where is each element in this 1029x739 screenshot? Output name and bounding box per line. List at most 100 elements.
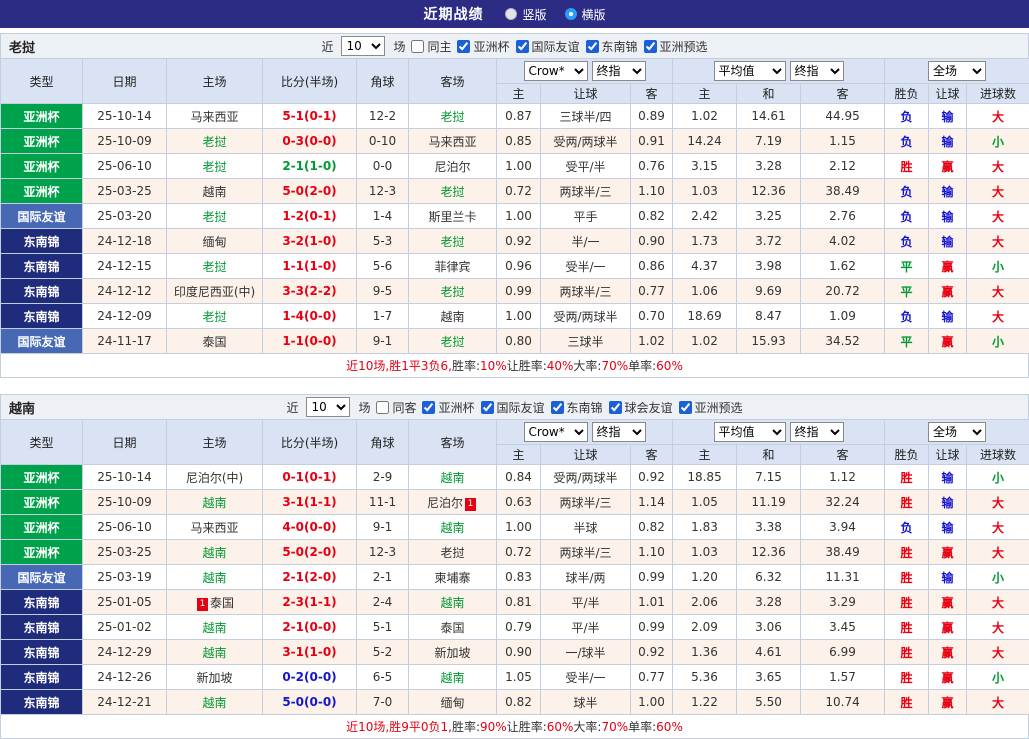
- competition-filter-checkbox[interactable]: [516, 40, 529, 53]
- team-label: 老挝: [202, 135, 226, 149]
- handicap-line: 三球半: [541, 329, 631, 354]
- result-handicap: 输: [929, 490, 967, 515]
- result-handicap: 输: [929, 204, 967, 229]
- avg-odds-away: 1.09: [801, 304, 885, 329]
- avg-odds-home: 18.85: [673, 465, 737, 490]
- competition-filter-label: 东南锦: [602, 38, 638, 55]
- match-row: 亚洲杯25-03-25越南5-0(2-0)12-3老挝0.72两球半/三1.10…: [1, 540, 1029, 565]
- competition-filter-checkbox[interactable]: [586, 40, 599, 53]
- subcol-handicap-result: 让球: [929, 84, 967, 104]
- summary-segment: 大率:: [573, 357, 601, 374]
- final-odds-select[interactable]: 终指: [592, 61, 646, 81]
- final-odds-select[interactable]: 终指: [790, 61, 844, 81]
- avg-odds-home: 1.06: [673, 279, 737, 304]
- summary-segment: 近10场,胜1平3负6,: [346, 357, 452, 374]
- home-team-cell: 老挝: [167, 129, 263, 154]
- same-venue-filter-label: 同主: [427, 38, 451, 55]
- competition-filter[interactable]: 国际友谊: [481, 399, 545, 416]
- home-team-cell: 缅甸: [167, 229, 263, 254]
- avg-odds-away: 1.12: [801, 465, 885, 490]
- competition-filter-checkbox[interactable]: [481, 401, 494, 414]
- recent-count-select[interactable]: 10: [341, 36, 385, 56]
- team-label: 越南: [202, 496, 226, 510]
- full-match-select[interactable]: 全场: [928, 61, 986, 81]
- handicap-odds-home: 1.00: [497, 204, 541, 229]
- same-venue-filter[interactable]: 同客: [376, 399, 416, 416]
- team-label: 越南: [202, 696, 226, 710]
- competition-filter[interactable]: 国际友谊: [516, 38, 580, 55]
- competition-filter[interactable]: 亚洲杯: [457, 38, 509, 55]
- team-label: 菲律宾: [434, 260, 470, 274]
- view-option[interactable]: 横版: [565, 6, 606, 23]
- match-row: 东南锦24-12-21越南5-0(0-0)7-0缅甸0.82球半1.001.22…: [1, 690, 1029, 715]
- average-select[interactable]: 平均值: [714, 422, 786, 442]
- match-row: 国际友谊25-03-19越南2-1(2-0)2-1柬埔寨0.83球半/两0.99…: [1, 565, 1029, 590]
- competition-filter-checkbox[interactable]: [422, 401, 435, 414]
- result-handicap: 赢: [929, 540, 967, 565]
- result-goals: 大: [967, 204, 1029, 229]
- summary-segment: 70%: [601, 359, 628, 373]
- competition-type-badge: 亚洲杯: [1, 104, 83, 129]
- view-option-label: 横版: [582, 6, 606, 23]
- view-option[interactable]: 竖版: [505, 6, 546, 23]
- final-odds-select[interactable]: 终指: [790, 422, 844, 442]
- match-date: 25-03-25: [83, 540, 167, 565]
- result-winloss: 负: [885, 229, 929, 254]
- subcol-home-avg: 主: [673, 84, 737, 104]
- handicap-odds-home: 1.00: [497, 154, 541, 179]
- score-halftime: 4-0(0-0): [263, 515, 357, 540]
- competition-filter[interactable]: 东南锦: [586, 38, 638, 55]
- summary-segment: 10%: [480, 359, 507, 373]
- subcol-away-avg: 客: [801, 84, 885, 104]
- competition-filter-checkbox[interactable]: [609, 401, 622, 414]
- team-label: 老挝: [440, 185, 464, 199]
- full-match-select[interactable]: 全场: [928, 422, 986, 442]
- handicap-odds-home: 0.87: [497, 104, 541, 129]
- avg-odds-away: 1.57: [801, 665, 885, 690]
- handicap-odds-home: 0.63: [497, 490, 541, 515]
- recent-count-select[interactable]: 10: [306, 397, 350, 417]
- handicap-odds-away: 0.92: [631, 640, 673, 665]
- match-date: 25-06-10: [83, 154, 167, 179]
- handicap-odds-home: 0.80: [497, 329, 541, 354]
- competition-filter-checkbox[interactable]: [457, 40, 470, 53]
- match-row: 亚洲杯25-10-14尼泊尔(中)0-1(0-1)2-9越南0.84受两/两球半…: [1, 465, 1029, 490]
- result-handicap: 输: [929, 179, 967, 204]
- competition-filter[interactable]: 球会友谊: [609, 399, 673, 416]
- bookmaker-select[interactable]: Crow*: [524, 422, 588, 442]
- score-halftime: 0-1(0-1): [263, 465, 357, 490]
- bookmaker-select[interactable]: Crow*: [524, 61, 588, 81]
- avg-odds-draw: 11.19: [737, 490, 801, 515]
- avg-odds-home: 2.42: [673, 204, 737, 229]
- final-odds-select[interactable]: 终指: [592, 422, 646, 442]
- competition-type-badge: 国际友谊: [1, 329, 83, 354]
- page-title: 近期战绩: [423, 4, 483, 24]
- competition-type-badge: 亚洲杯: [1, 465, 83, 490]
- result-goals: 小: [967, 329, 1029, 354]
- competition-type-badge: 亚洲杯: [1, 179, 83, 204]
- competition-filter-checkbox[interactable]: [644, 40, 657, 53]
- same-venue-filter-checkbox[interactable]: [411, 40, 424, 53]
- same-venue-filter[interactable]: 同主: [411, 38, 451, 55]
- competition-filter-checkbox[interactable]: [679, 401, 692, 414]
- competition-filter[interactable]: 亚洲杯: [422, 399, 474, 416]
- col-header-corner: 角球: [357, 59, 409, 104]
- handicap-odds-home: 0.84: [497, 465, 541, 490]
- score-halftime: 2-1(1-0): [263, 154, 357, 179]
- same-venue-filter-checkbox[interactable]: [376, 401, 389, 414]
- team-label: 马来西亚: [190, 521, 238, 535]
- competition-filter-checkbox[interactable]: [551, 401, 564, 414]
- subcol-draw-avg: 和: [737, 445, 801, 465]
- competition-filter[interactable]: 亚洲预选: [679, 399, 743, 416]
- away-team-cell: 越南: [409, 665, 497, 690]
- average-select[interactable]: 平均值: [714, 61, 786, 81]
- competition-filter[interactable]: 亚洲预选: [644, 38, 708, 55]
- avg-odds-away: 10.74: [801, 690, 885, 715]
- avg-odds-home: 4.37: [673, 254, 737, 279]
- avg-odds-home: 1.02: [673, 104, 737, 129]
- team-label: 越南: [202, 185, 226, 199]
- recent-results-table: 类型 日期 主场 比分(半场) 角球 客场 Crow*终指 平均值终指 全场 主…: [0, 419, 1029, 715]
- filter-controls: 近10场同主亚洲杯国际友谊东南锦亚洲预选: [321, 36, 707, 56]
- team-label: 泰国: [440, 621, 464, 635]
- competition-filter[interactable]: 东南锦: [551, 399, 603, 416]
